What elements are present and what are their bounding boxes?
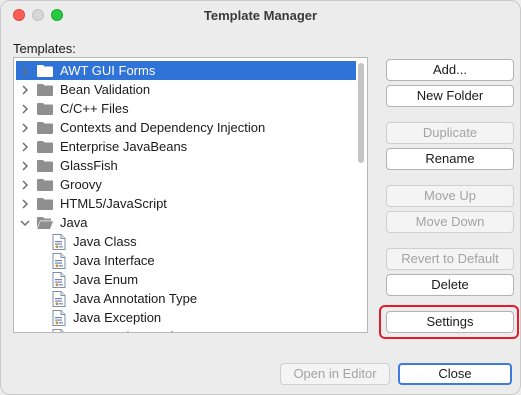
- tree-item-label: AWT GUI Forms: [60, 63, 156, 78]
- tree-folder-row[interactable]: Java: [16, 213, 356, 232]
- settings-button[interactable]: Settings: [386, 311, 514, 333]
- tree-scrollbar[interactable]: [356, 59, 366, 331]
- new-folder-button[interactable]: New Folder: [386, 85, 514, 107]
- folder-icon: [37, 159, 53, 172]
- tree-folder-row[interactable]: AWT GUI Forms: [16, 61, 356, 80]
- folder-icon: [37, 83, 53, 96]
- java-file-icon: [52, 233, 66, 250]
- template-manager-window: Template Manager Templates: AWT GUI Form…: [0, 0, 521, 395]
- folder-icon: [37, 121, 53, 134]
- tree-item-label: C/C++ Files: [60, 101, 129, 116]
- tree-item-label: Contexts and Dependency Injection: [60, 120, 266, 135]
- title-bar: Template Manager: [1, 1, 520, 29]
- tree-folder-row[interactable]: Contexts and Dependency Injection: [16, 118, 356, 137]
- tree-item-label: Java: [60, 215, 88, 230]
- tree-item-label: Java Class: [73, 234, 137, 249]
- tree-item-label: Groovy: [60, 177, 102, 192]
- folder-open-icon: [37, 216, 53, 229]
- tree-item-label: Java Enum: [73, 272, 139, 287]
- window-title: Template Manager: [203, 8, 318, 23]
- add-button[interactable]: Add...: [386, 59, 514, 81]
- tree-folder-row[interactable]: HTML5/JavaScript: [16, 194, 356, 213]
- move-up-button[interactable]: Move Up: [386, 185, 514, 207]
- folder-icon: [37, 178, 53, 191]
- java-file-icon: [52, 271, 66, 288]
- chevron-right-icon[interactable]: [19, 65, 31, 77]
- revert-to-default-button[interactable]: Revert to Default: [386, 248, 514, 270]
- tree-folder-row[interactable]: GlassFish: [16, 156, 356, 175]
- tree-scrollbar-thumb[interactable]: [358, 63, 364, 163]
- tree-file-row[interactable]: Java Exception: [16, 308, 356, 327]
- close-window-icon[interactable]: [13, 9, 25, 21]
- chevron-right-icon[interactable]: [19, 141, 31, 153]
- chevron-right-icon[interactable]: [19, 103, 31, 115]
- close-button[interactable]: Close: [398, 363, 512, 385]
- tree-item-label: GlassFish: [60, 158, 118, 173]
- java-file-icon: [52, 328, 66, 332]
- duplicate-button[interactable]: Duplicate: [386, 122, 514, 144]
- tree-folder-row[interactable]: Enterprise JavaBeans: [16, 137, 356, 156]
- tree-folder-row[interactable]: Bean Validation: [16, 80, 356, 99]
- java-file-icon: [52, 309, 66, 326]
- chevron-right-icon[interactable]: [19, 160, 31, 172]
- java-file-icon: [52, 252, 66, 269]
- tree-item-label: Java Package Info: [73, 329, 180, 332]
- tree-item-label: Enterprise JavaBeans: [60, 139, 188, 154]
- move-down-button[interactable]: Move Down: [386, 211, 514, 233]
- tree-folder-row[interactable]: C/C++ Files: [16, 99, 356, 118]
- folder-icon: [37, 64, 53, 77]
- chevron-right-icon[interactable]: [19, 84, 31, 96]
- template-tree[interactable]: AWT GUI Forms Bean Validation C/C++ Files C…: [13, 57, 368, 333]
- chevron-right-icon[interactable]: [19, 122, 31, 134]
- tree-file-row[interactable]: Java Annotation Type: [16, 289, 356, 308]
- open-in-editor-button[interactable]: Open in Editor: [280, 363, 390, 385]
- rename-button[interactable]: Rename: [386, 148, 514, 170]
- tree-file-row[interactable]: Java Enum: [16, 270, 356, 289]
- tree-item-label: HTML5/JavaScript: [60, 196, 167, 211]
- java-file-icon: [52, 290, 66, 307]
- tree-file-row[interactable]: Java Interface: [16, 251, 356, 270]
- delete-button[interactable]: Delete: [386, 274, 514, 296]
- zoom-window-icon[interactable]: [51, 9, 63, 21]
- folder-icon: [37, 197, 53, 210]
- chevron-down-icon[interactable]: [19, 217, 31, 229]
- chevron-right-icon[interactable]: [19, 198, 31, 210]
- tree-item-label: Java Exception: [73, 310, 162, 325]
- folder-icon: [37, 102, 53, 115]
- tree-folder-row[interactable]: Groovy: [16, 175, 356, 194]
- templates-label: Templates:: [13, 41, 76, 56]
- minimize-window-icon: [32, 9, 44, 21]
- tree-item-label: Bean Validation: [60, 82, 151, 97]
- tree-item-label: Java Annotation Type: [73, 291, 198, 306]
- folder-icon: [37, 140, 53, 153]
- tree-item-label: Java Interface: [73, 253, 155, 268]
- tree-file-row[interactable]: Java Class: [16, 232, 356, 251]
- tree-file-row[interactable]: Java Package Info: [16, 327, 356, 332]
- chevron-right-icon[interactable]: [19, 179, 31, 191]
